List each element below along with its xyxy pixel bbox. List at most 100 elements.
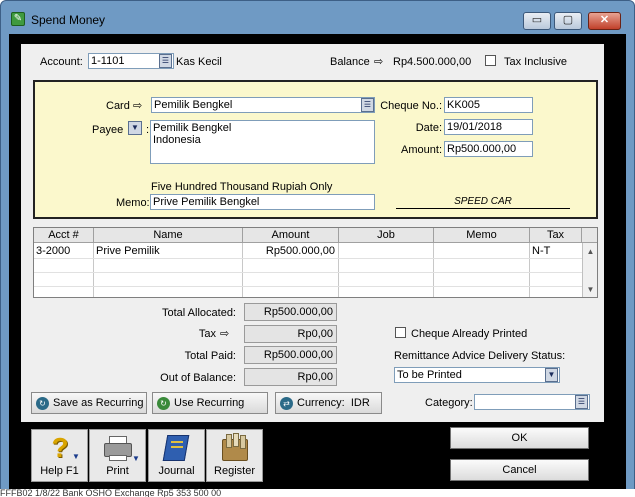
- total-paid-value: Rp500.000,00: [244, 346, 337, 364]
- column-header-acct[interactable]: Acct #: [34, 228, 94, 243]
- journal-button[interactable]: Journal: [148, 429, 205, 482]
- card-label: Card: [106, 100, 130, 112]
- total-paid-label: Total Paid:: [184, 350, 236, 362]
- tax-arrow-icon[interactable]: ⇨: [220, 327, 229, 340]
- save-recurring-label: Save as Recurring: [53, 397, 144, 409]
- background-register-row: FFFB02 1/8/22 Bank OSHO Exchange Rp5 353…: [0, 489, 635, 497]
- minimize-button[interactable]: ▭: [523, 12, 551, 30]
- tax-value: Rp0,00: [244, 325, 337, 343]
- register-button[interactable]: Register: [206, 429, 263, 482]
- memo-label: Memo:: [116, 197, 150, 209]
- payee-address-field[interactable]: Pemilik Bengkel Indonesia: [150, 120, 375, 164]
- allocation-grid: Acct # Name Amount Job Memo Tax 3-2000 P…: [33, 227, 598, 298]
- card-field[interactable]: Pemilik Bengkel: [151, 97, 375, 113]
- amount-in-words: Five Hundred Thousand Rupiah Only: [151, 181, 333, 193]
- cheque-printed-label: Cheque Already Printed: [411, 328, 528, 340]
- column-divider: [338, 243, 339, 297]
- column-divider: [93, 243, 94, 297]
- help-dropdown-icon[interactable]: ▼: [72, 452, 80, 461]
- cancel-button[interactable]: Cancel: [450, 459, 589, 481]
- payee-dropdown-icon[interactable]: ▼: [128, 121, 142, 135]
- column-divider: [242, 243, 243, 297]
- remittance-dropdown-icon[interactable]: ▼: [545, 368, 558, 382]
- column-divider: [529, 243, 530, 297]
- payee-line-1: Pemilik Bengkel: [153, 122, 232, 134]
- print-dropdown-icon[interactable]: ▼: [132, 454, 140, 463]
- out-of-balance-value: Rp0,00: [244, 368, 337, 386]
- currency-label: Currency:: [297, 397, 345, 409]
- column-header-tax[interactable]: Tax: [530, 228, 582, 243]
- date-label: Date:: [415, 122, 442, 134]
- row-divider: [34, 272, 582, 273]
- cell-amount[interactable]: Rp500.000,00: [246, 245, 335, 258]
- journal-icon: [162, 433, 191, 463]
- journal-label: Journal: [158, 465, 195, 477]
- help-button[interactable]: ? ▼ Help F1: [31, 429, 88, 482]
- payee-label: Payee: [92, 124, 124, 136]
- maximize-button[interactable]: ▢: [554, 12, 582, 30]
- register-icon: [221, 433, 249, 463]
- balance-label: Balance: [330, 56, 370, 68]
- remittance-label: Remittance Advice Delivery Status:: [394, 350, 566, 362]
- payee-colon: :: [146, 124, 150, 136]
- account-label: Account:: [40, 56, 83, 68]
- app-icon: ✎: [11, 12, 25, 26]
- cheque-no-field[interactable]: KK005: [444, 97, 533, 113]
- amount-field[interactable]: Rp500.000,00: [444, 141, 533, 157]
- save-recurring-icon: ↻: [36, 396, 49, 410]
- grid-scrollbar[interactable]: ▲ ▼: [582, 243, 597, 297]
- account-name: Kas Kecil: [176, 56, 222, 68]
- use-recurring-icon: ↻: [157, 396, 170, 410]
- balance-value: Rp4.500.000,00: [393, 56, 472, 68]
- use-recurring-button[interactable]: ↻ Use Recurring: [152, 392, 268, 414]
- account-list-icon[interactable]: ☰: [159, 54, 172, 68]
- category-label: Category:: [425, 397, 473, 409]
- tax-inclusive-checkbox[interactable]: [485, 55, 496, 66]
- card-arrow-icon[interactable]: ⇨: [133, 99, 142, 112]
- column-header-spacer: [582, 228, 597, 243]
- amount-label: Amount:: [401, 144, 442, 156]
- close-button[interactable]: ✕: [588, 12, 621, 30]
- cheque-printed-checkbox[interactable]: [395, 327, 406, 338]
- currency-value: IDR: [350, 397, 370, 409]
- cell-acct[interactable]: 3-2000: [36, 245, 70, 258]
- title-bar[interactable]: ✎ Spend Money ▭ ▢ ✕: [1, 1, 634, 35]
- balance-arrow-icon[interactable]: ⇨: [374, 55, 383, 68]
- column-header-amount[interactable]: Amount: [243, 228, 339, 243]
- tax-label: Tax: [198, 328, 216, 340]
- remittance-select[interactable]: To be Printed: [394, 367, 560, 383]
- total-allocated-value: Rp500.000,00: [244, 303, 337, 321]
- help-label: Help F1: [40, 465, 79, 477]
- use-recurring-label: Use Recurring: [174, 397, 245, 409]
- help-icon: ?: [51, 432, 69, 463]
- signature-line: SPEED CAR: [396, 196, 570, 209]
- total-allocated-label: Total Allocated:: [162, 307, 236, 319]
- printer-icon: [104, 433, 132, 463]
- payee-line-2: Indonesia: [153, 134, 201, 146]
- out-of-balance-label: Out of Balance:: [160, 372, 236, 384]
- cell-name[interactable]: Prive Pemilik: [96, 245, 160, 258]
- category-list-icon[interactable]: ☰: [575, 395, 588, 409]
- tax-inclusive-label: Tax Inclusive: [504, 56, 567, 68]
- cell-tax[interactable]: N-T: [532, 245, 550, 258]
- column-divider: [433, 243, 434, 297]
- currency-icon: ⇄: [280, 396, 293, 410]
- cheque-no-label: Cheque No.:: [380, 100, 442, 112]
- column-header-name[interactable]: Name: [94, 228, 243, 243]
- window-title: Spend Money: [31, 13, 106, 27]
- currency-button[interactable]: ⇄ Currency: IDR: [275, 392, 382, 414]
- save-recurring-button[interactable]: ↻ Save as Recurring: [31, 392, 147, 414]
- scroll-up-icon[interactable]: ▲: [584, 245, 597, 258]
- column-header-job[interactable]: Job: [339, 228, 434, 243]
- row-divider: [34, 286, 582, 287]
- row-divider: [34, 258, 582, 259]
- memo-field[interactable]: Prive Pemilik Bengkel: [150, 194, 375, 210]
- column-header-memo[interactable]: Memo: [434, 228, 530, 243]
- print-label: Print: [106, 465, 129, 477]
- date-field[interactable]: 19/01/2018: [444, 119, 533, 135]
- register-label: Register: [214, 465, 255, 477]
- scroll-down-icon[interactable]: ▼: [584, 283, 597, 296]
- ok-button[interactable]: OK: [450, 427, 589, 449]
- print-button[interactable]: ▼ Print: [89, 429, 146, 482]
- category-field[interactable]: [474, 394, 590, 410]
